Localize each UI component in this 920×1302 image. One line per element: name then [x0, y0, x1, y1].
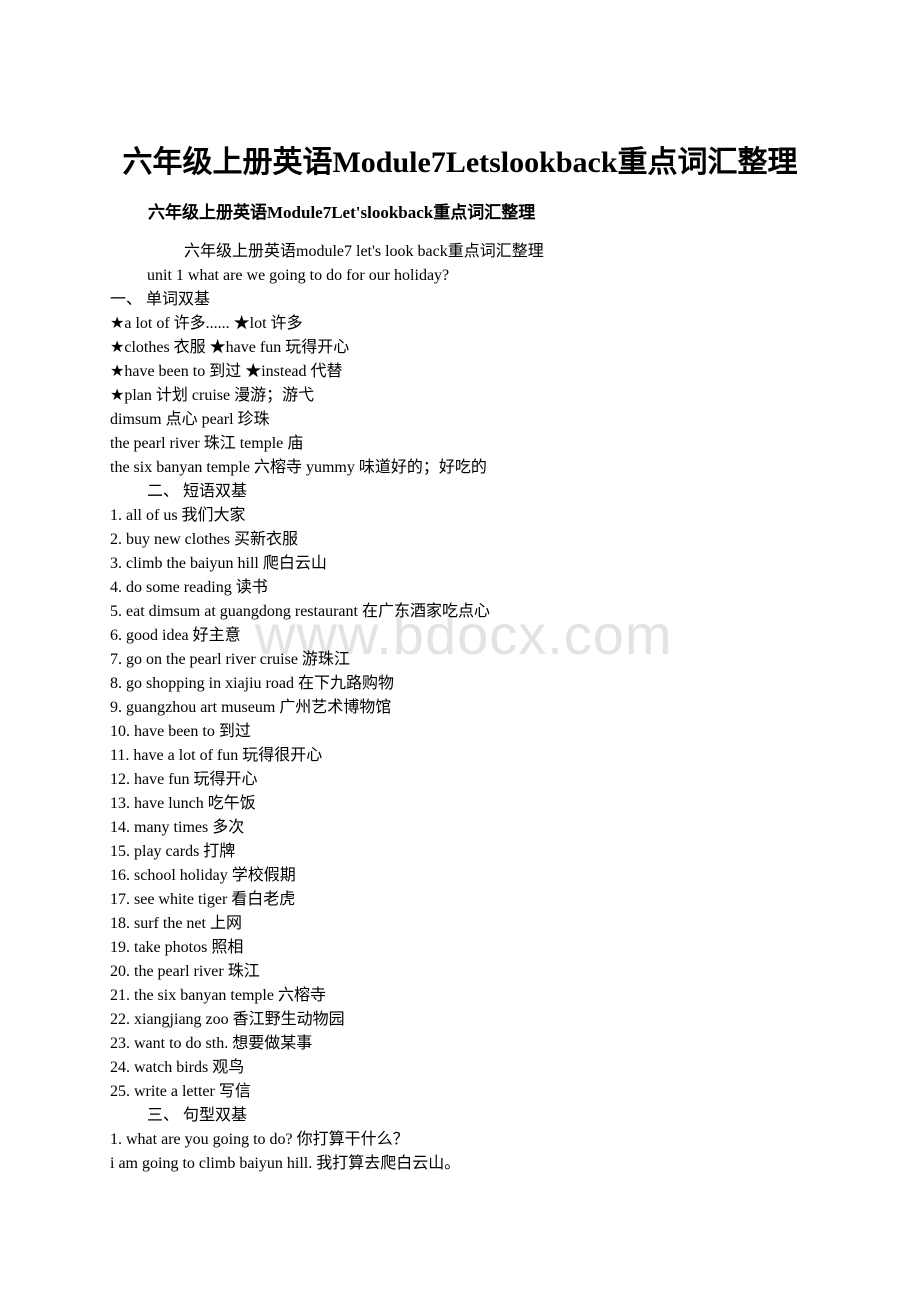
- section-vocabulary: 一、 单词双基 ★a lot of 许多...... ★lot 许多 ★clot…: [110, 288, 870, 480]
- document-subtitle: 六年级上册英语Module7Let'slookback重点词汇整理: [148, 203, 536, 222]
- document-page: www.bdocx.com 六年级上册英语Module7Letslookback…: [0, 0, 920, 1302]
- phrase-line: 23. want to do sth. 想要做某事: [110, 1035, 313, 1052]
- phrase-line: 20. the pearl river 珠江: [110, 963, 260, 980]
- phrase-line: 24. watch birds 观鸟: [110, 1059, 245, 1076]
- phrase-line: 1. all of us 我们大家: [110, 507, 246, 524]
- phrase-line: 19. take photos 照相: [110, 939, 244, 956]
- vocab-line: ★have been to 到过 ★instead 代替: [110, 363, 343, 380]
- document-title: 六年级上册英语Module7Letslookback重点词汇整理: [122, 146, 798, 179]
- unit-heading: unit 1 what are we going to do for our h…: [147, 267, 450, 284]
- section-sentences: 三、 句型双基 1. what are you going to do? 你打算…: [110, 1104, 870, 1176]
- phrase-line: 10. have been to 到过: [110, 723, 251, 740]
- sentence-line: 1. what are you going to do? 你打算干什么？: [110, 1131, 409, 1148]
- phrase-line: 25. write a letter 写信: [110, 1083, 251, 1100]
- phrase-line: 2. buy new clothes 买新衣服: [110, 531, 298, 548]
- phrase-line: 13. have lunch 吃午饭: [110, 795, 256, 812]
- phrase-line: 16. school holiday 学校假期: [110, 867, 296, 884]
- phrase-line: 18. surf the net 上网: [110, 915, 242, 932]
- document-body: 六年级上册英语module7 let's look back重点词汇整理 uni…: [110, 240, 870, 1176]
- phrase-line: 3. climb the baiyun hill 爬白云山: [110, 555, 327, 572]
- vocab-line: dimsum 点心 pearl 珍珠: [110, 411, 270, 428]
- phrase-line: 15. play cards 打牌: [110, 843, 236, 860]
- phrase-line: 5. eat dimsum at guangdong restaurant 在广…: [110, 603, 490, 620]
- sentence-line: i am going to climb baiyun hill. 我打算去爬白云…: [110, 1155, 461, 1172]
- vocab-line: ★a lot of 许多...... ★lot 许多: [110, 315, 303, 332]
- phrase-line: 9. guangzhou art museum 广州艺术博物馆: [110, 699, 392, 716]
- phrase-line: 7. go on the pearl river cruise 游珠江: [110, 651, 350, 668]
- phrase-line: 14. many times 多次: [110, 819, 245, 836]
- phrase-line: 17. see white tiger 看白老虎: [110, 891, 296, 908]
- vocab-line: the six banyan temple 六榕寺 yummy 味道好的；好吃的: [110, 459, 487, 476]
- phrase-line: 6. good idea 好主意: [110, 627, 241, 644]
- vocab-line: ★plan 计划 cruise 漫游；游弋: [110, 387, 315, 404]
- phrase-line: 12. have fun 玩得开心: [110, 771, 258, 788]
- phrase-line: 21. the six banyan temple 六榕寺: [110, 987, 326, 1004]
- section-heading: 二、 短语双基: [147, 483, 248, 500]
- phrase-line: 22. xiangjiang zoo 香江野生动物园: [110, 1011, 345, 1028]
- intro-heading: 六年级上册英语module7 let's look back重点词汇整理: [184, 243, 544, 260]
- section-phrases: 二、 短语双基 1. all of us 我们大家 2. buy new clo…: [110, 480, 870, 1104]
- section-heading: 一、 单词双基: [110, 291, 211, 308]
- section-heading: 三、 句型双基: [147, 1107, 248, 1124]
- vocab-line: the pearl river 珠江 temple 庙: [110, 435, 304, 452]
- vocab-line: ★clothes 衣服 ★have fun 玩得开心: [110, 339, 350, 356]
- phrase-line: 8. go shopping in xiajiu road 在下九路购物: [110, 675, 394, 692]
- phrase-line: 4. do some reading 读书: [110, 579, 268, 596]
- phrase-line: 11. have a lot of fun 玩得很开心: [110, 747, 323, 764]
